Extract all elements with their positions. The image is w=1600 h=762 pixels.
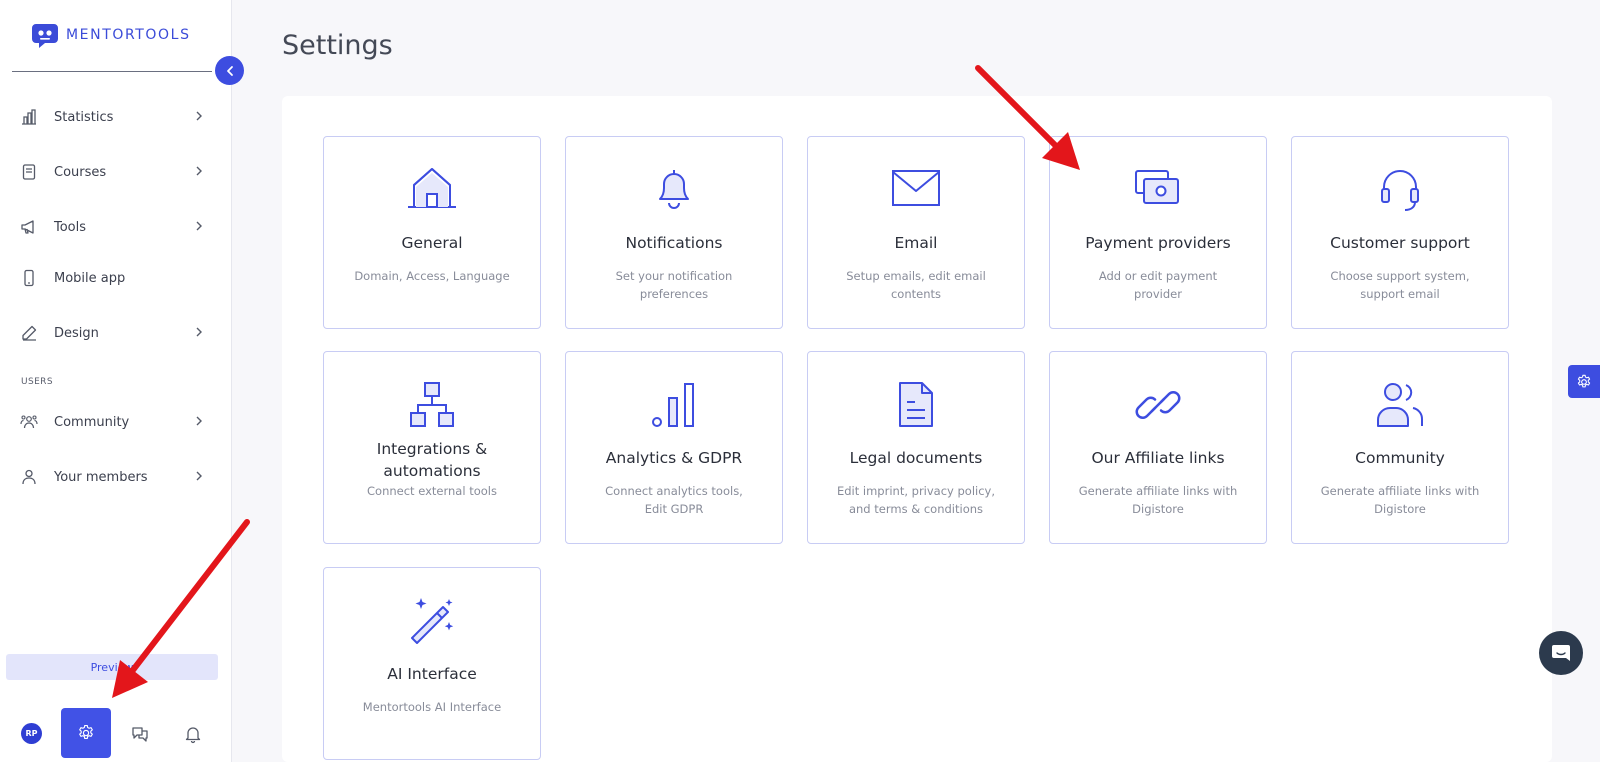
bell-icon[interactable] [183, 724, 203, 748]
link-icon [1135, 391, 1181, 419]
envelope-icon [892, 170, 940, 206]
floating-settings-button[interactable] [1568, 365, 1600, 398]
brand-name: MENTORTOOLS [66, 27, 191, 43]
card-title: Integrations & automations [376, 440, 488, 480]
card-title: Legal documents [849, 449, 983, 467]
brand-logo[interactable]: MENTORTOOLS [30, 20, 191, 50]
settings-card-email[interactable]: Email Setup emails, edit email contents [807, 136, 1025, 329]
sidebar-item-label: Tools [54, 219, 87, 235]
card-title: Email [894, 234, 938, 252]
sidebar-section-users: USERS [21, 377, 53, 387]
card-description: Setup emails, edit email contents [846, 269, 986, 301]
card-title: AI Interface [387, 665, 477, 683]
card-title: Our Affiliate links [1091, 449, 1225, 467]
chat-icon [1552, 645, 1570, 661]
sidebar: MENTORTOOLS Statistics Courses Tools Mob… [0, 0, 244, 762]
settings-card-integrations[interactable]: Integrations & automations Connect exter… [323, 351, 541, 544]
settings-card-payment-providers[interactable]: Payment providers Add or edit payment pr… [1049, 136, 1267, 329]
settings-card-affiliate-links[interactable]: Our Affiliate links Generate affiliate l… [1049, 351, 1267, 544]
settings-card-community[interactable]: Community Generate affiliate links with … [1291, 351, 1509, 544]
sidebar-item-label: Statistics [54, 109, 114, 125]
settings-card-legal-documents[interactable]: Legal documents Edit imprint, privacy po… [807, 351, 1025, 544]
bar-chart-icon [22, 109, 36, 125]
card-description: Generate affiliate links with Digistore [1320, 484, 1480, 516]
sidebar-item-your-members[interactable]: Your members [20, 462, 205, 492]
money-icon [1135, 170, 1179, 204]
preview-button[interactable]: Preview [6, 654, 218, 680]
settings-card-customer-support[interactable]: Customer support Choose support system, … [1291, 136, 1509, 329]
book-icon [22, 164, 36, 180]
pencil-icon [22, 325, 37, 341]
chevron-right-icon [196, 221, 202, 231]
settings-card-ai-interface[interactable]: AI Interface Mentortools AI Interface [323, 567, 541, 760]
analytics-icon [652, 383, 694, 427]
card-description: Mentortools AI Interface [362, 700, 502, 714]
sidebar-item-label: Design [54, 325, 99, 341]
sidebar-item-statistics[interactable]: Statistics [20, 102, 205, 132]
settings-panel: General Domain, Access, Language Notific… [282, 96, 1552, 762]
card-title: Payment providers [1085, 234, 1231, 252]
community-icon [20, 415, 38, 429]
card-title: Notifications [625, 234, 723, 252]
mobile-icon [24, 269, 34, 287]
chevron-right-icon [196, 471, 202, 481]
settings-card-analytics-gdpr[interactable]: Analytics & GDPR Connect analytics tools… [565, 351, 783, 544]
chevron-right-icon [196, 166, 202, 176]
bell-icon [659, 170, 689, 209]
hierarchy-icon [410, 382, 454, 427]
page-title: Settings [282, 30, 393, 61]
card-description: Set your notification preferences [615, 269, 733, 301]
card-title: Analytics & GDPR [605, 449, 743, 467]
card-title: General [401, 234, 463, 252]
card-title: Customer support [1330, 234, 1470, 252]
chevron-right-icon [196, 111, 202, 121]
gear-icon [1577, 374, 1591, 387]
avatar[interactable]: RP [21, 723, 42, 744]
sidebar-item-label: Courses [54, 164, 107, 180]
headset-icon [1381, 170, 1419, 211]
document-icon [899, 382, 933, 427]
collapse-sidebar-button[interactable] [215, 56, 244, 85]
sidebar-item-mobile-app[interactable]: Mobile app [20, 263, 205, 293]
megaphone-icon [21, 220, 34, 234]
card-description: Add or edit payment provider [1098, 269, 1218, 301]
home-icon [408, 168, 456, 208]
chat-bubbles-icon[interactable] [130, 724, 150, 748]
magic-wand-icon [411, 598, 454, 644]
chevron-right-icon [196, 416, 202, 426]
mentortools-logo-icon [32, 24, 58, 48]
sidebar-bottom-bar: RP [0, 706, 232, 762]
card-description: Generate affiliate links with Digistore [1078, 484, 1238, 516]
sidebar-item-courses[interactable]: Courses [20, 157, 205, 187]
sidebar-item-tools[interactable]: Tools [20, 212, 205, 242]
sidebar-item-label: Mobile app [54, 270, 126, 286]
chat-widget-button[interactable] [1539, 631, 1583, 675]
sidebar-item-design[interactable]: Design [20, 318, 205, 348]
logo-divider [12, 71, 212, 72]
card-description: Domain, Access, Language [354, 269, 510, 283]
sidebar-item-label: Community [54, 414, 130, 430]
card-description: Choose support system, support email [1330, 269, 1470, 301]
chevron-right-icon [196, 327, 202, 337]
card-title: Community [1355, 449, 1445, 467]
settings-button[interactable] [61, 708, 111, 758]
chevron-left-icon [226, 65, 233, 76]
sidebar-item-label: Your members [54, 469, 148, 485]
person-icon [22, 469, 36, 485]
users-icon [1377, 383, 1424, 427]
card-description: Connect analytics tools, Edit GDPR [605, 484, 743, 516]
card-description: Connect external tools [367, 484, 497, 498]
card-description: Edit imprint, privacy policy, and terms … [836, 484, 996, 516]
gear-icon [79, 724, 93, 740]
sidebar-item-community[interactable]: Community [20, 407, 205, 437]
settings-card-general[interactable]: General Domain, Access, Language [323, 136, 541, 329]
settings-card-notifications[interactable]: Notifications Set your notification pref… [565, 136, 783, 329]
